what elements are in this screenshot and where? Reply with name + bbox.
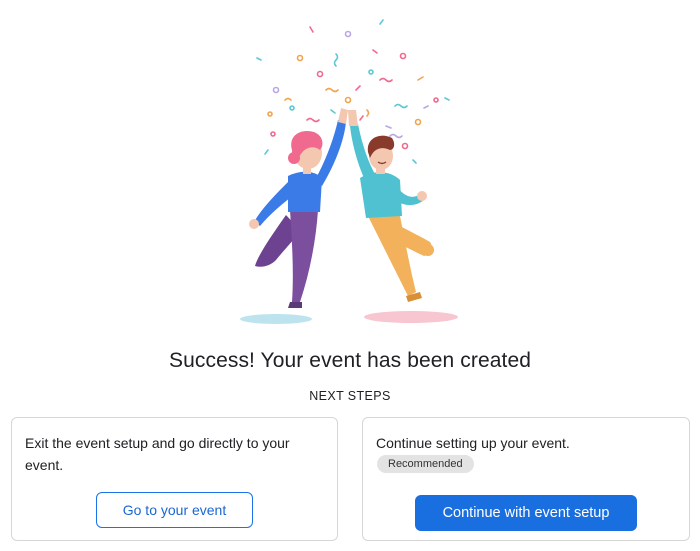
go-to-event-description: Exit the event setup and go directly to … [25,435,290,473]
go-to-event-button[interactable]: Go to your event [96,492,253,528]
continue-setup-button[interactable]: Continue with event setup [415,495,637,531]
high-five-icon [240,19,458,324]
page-title: Success! Your event has been created [168,349,531,372]
man-figure [348,110,434,302]
celebration-illustration [210,10,490,330]
woman-figure [249,108,348,308]
go-to-event-card: Exit the event setup and go directly to … [11,417,338,541]
shadow-left [240,314,312,324]
shadow-right [364,311,458,323]
recommended-badge: Recommended [377,455,474,473]
continue-setup-card: Continue setting up your event. Recommen… [362,417,690,541]
next-steps-heading: NEXT STEPS [309,389,391,403]
continue-setup-description: Continue setting up your event. [376,435,570,451]
